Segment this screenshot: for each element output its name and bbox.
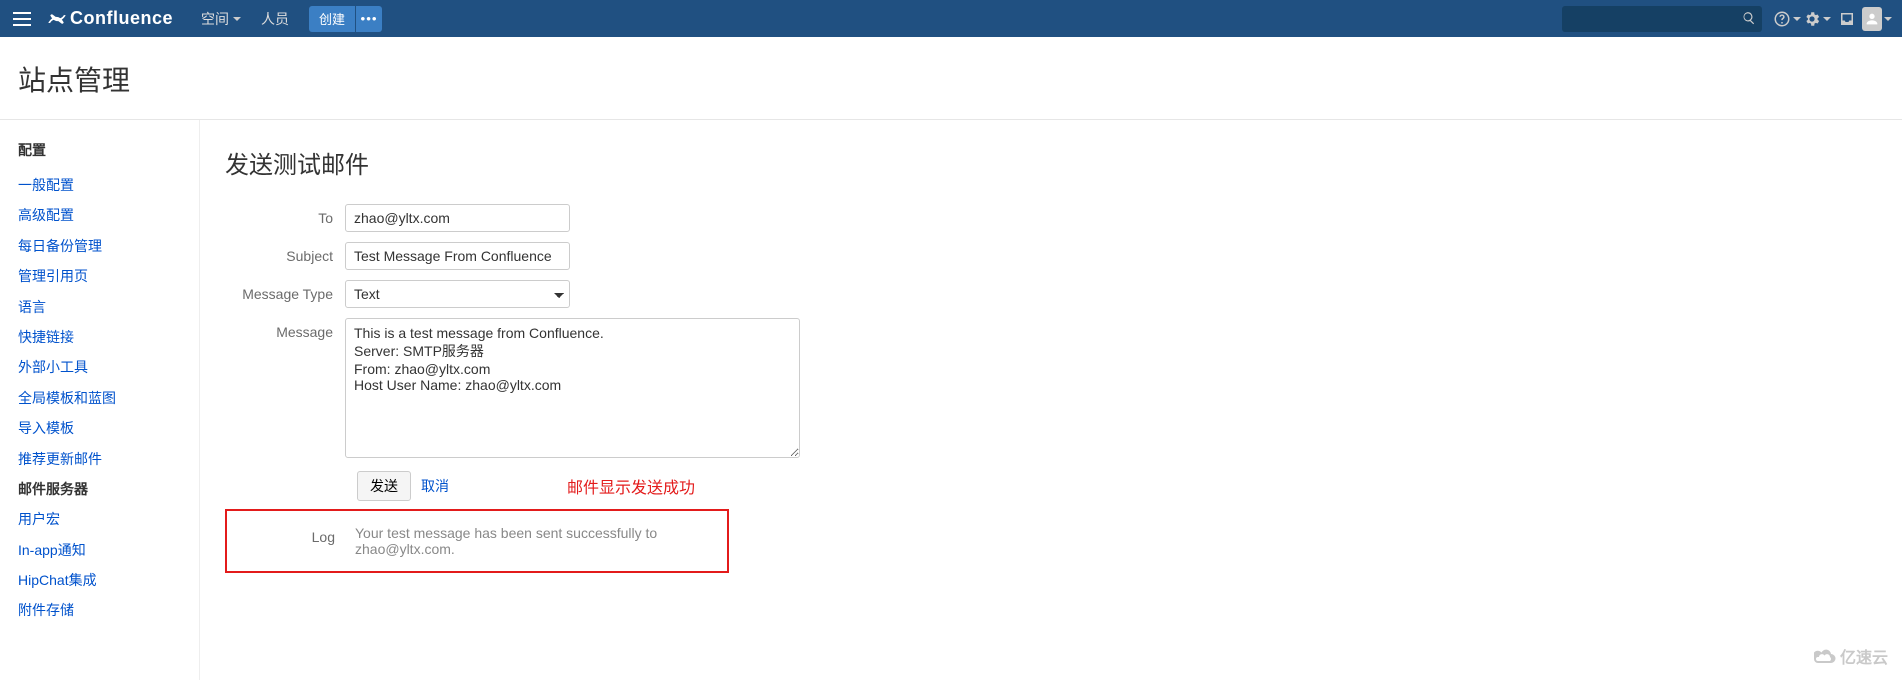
sidebar-item[interactable]: 语言 (18, 292, 187, 322)
avatar-icon (1862, 7, 1882, 31)
inbox-icon[interactable] (1832, 0, 1862, 37)
sidebar: 配置 一般配置高级配置每日备份管理管理引用页语言快捷链接外部小工具全局模板和蓝图… (0, 120, 200, 680)
nav-spaces[interactable]: 空间 (191, 0, 251, 37)
sidebar-item[interactable]: 一般配置 (18, 170, 187, 200)
confluence-logo[interactable]: Confluence (48, 8, 173, 29)
log-highlight: Log Your test message has been sent succ… (225, 509, 729, 573)
nav-people[interactable]: 人员 (251, 0, 299, 37)
search-icon[interactable] (1742, 11, 1756, 28)
confluence-logo-icon (48, 10, 66, 28)
to-input[interactable] (345, 204, 570, 232)
log-output: Your test message has been sent successf… (347, 519, 727, 563)
watermark-text: 亿速云 (1840, 644, 1888, 668)
sidebar-item[interactable]: 附件存储 (18, 595, 187, 625)
sidebar-item[interactable]: 外部小工具 (18, 352, 187, 382)
form-actions: 发送 取消 邮件显示发送成功 (357, 471, 1882, 501)
create-button[interactable]: 创建 (309, 6, 355, 32)
chevron-down-icon (1793, 17, 1801, 21)
sidebar-item[interactable]: 全局模板和蓝图 (18, 383, 187, 413)
sidebar-item[interactable]: 邮件服务器 (18, 474, 187, 504)
search-input[interactable] (1562, 6, 1762, 32)
sidebar-item[interactable]: 用户宏 (18, 504, 187, 534)
main-layout: 配置 一般配置高级配置每日备份管理管理引用页语言快捷链接外部小工具全局模板和蓝图… (0, 120, 1902, 680)
form-row-to: To (225, 204, 1882, 232)
subject-label: Subject (225, 242, 345, 264)
main-content: 发送测试邮件 To Subject Message Type Text Mess… (200, 120, 1902, 680)
sidebar-item[interactable]: HipChat集成 (18, 565, 187, 595)
form-row-subject: Subject (225, 242, 1882, 270)
success-annotation: 邮件显示发送成功 (567, 474, 695, 498)
chevron-down-icon (1884, 17, 1892, 21)
main-heading: 发送测试邮件 (225, 145, 1882, 180)
sidebar-item[interactable]: 每日备份管理 (18, 231, 187, 261)
send-button[interactable]: 发送 (357, 471, 411, 501)
sidebar-list: 一般配置高级配置每日备份管理管理引用页语言快捷链接外部小工具全局模板和蓝图导入模… (18, 170, 187, 626)
nav-spaces-label: 空间 (201, 9, 229, 29)
cancel-button[interactable]: 取消 (421, 476, 449, 496)
create-more-button[interactable]: ••• (356, 6, 382, 32)
message-label: Message (225, 318, 345, 340)
msgtype-select[interactable]: Text (345, 280, 570, 308)
sidebar-item[interactable]: 高级配置 (18, 200, 187, 230)
sidebar-item[interactable]: 快捷链接 (18, 322, 187, 352)
gear-icon[interactable] (1802, 0, 1832, 37)
watermark: 亿速云 (1814, 644, 1888, 668)
top-nav: Confluence 空间 人员 创建 ••• (0, 0, 1902, 37)
logo-text: Confluence (70, 8, 173, 29)
sidebar-item[interactable]: 管理引用页 (18, 261, 187, 291)
hamburger-icon[interactable] (10, 7, 34, 31)
sidebar-heading: 配置 (18, 140, 187, 160)
search-wrap (1562, 6, 1762, 32)
nav-people-label: 人员 (261, 9, 289, 29)
form-row-msgtype: Message Type Text (225, 280, 1882, 308)
page-title: 站点管理 (0, 37, 1902, 120)
profile-menu[interactable] (1862, 0, 1892, 37)
log-label: Log (227, 519, 347, 545)
to-label: To (225, 204, 345, 226)
message-textarea[interactable] (345, 318, 800, 458)
sidebar-item[interactable]: In-app通知 (18, 535, 187, 565)
form-row-message: Message (225, 318, 1882, 461)
chevron-down-icon (1823, 17, 1831, 21)
cloud-icon (1814, 649, 1836, 663)
chevron-down-icon (233, 17, 241, 21)
subject-input[interactable] (345, 242, 570, 270)
msgtype-label: Message Type (225, 280, 345, 302)
sidebar-item[interactable]: 导入模板 (18, 413, 187, 443)
sidebar-item[interactable]: 推荐更新邮件 (18, 444, 187, 474)
help-icon[interactable] (1772, 0, 1802, 37)
